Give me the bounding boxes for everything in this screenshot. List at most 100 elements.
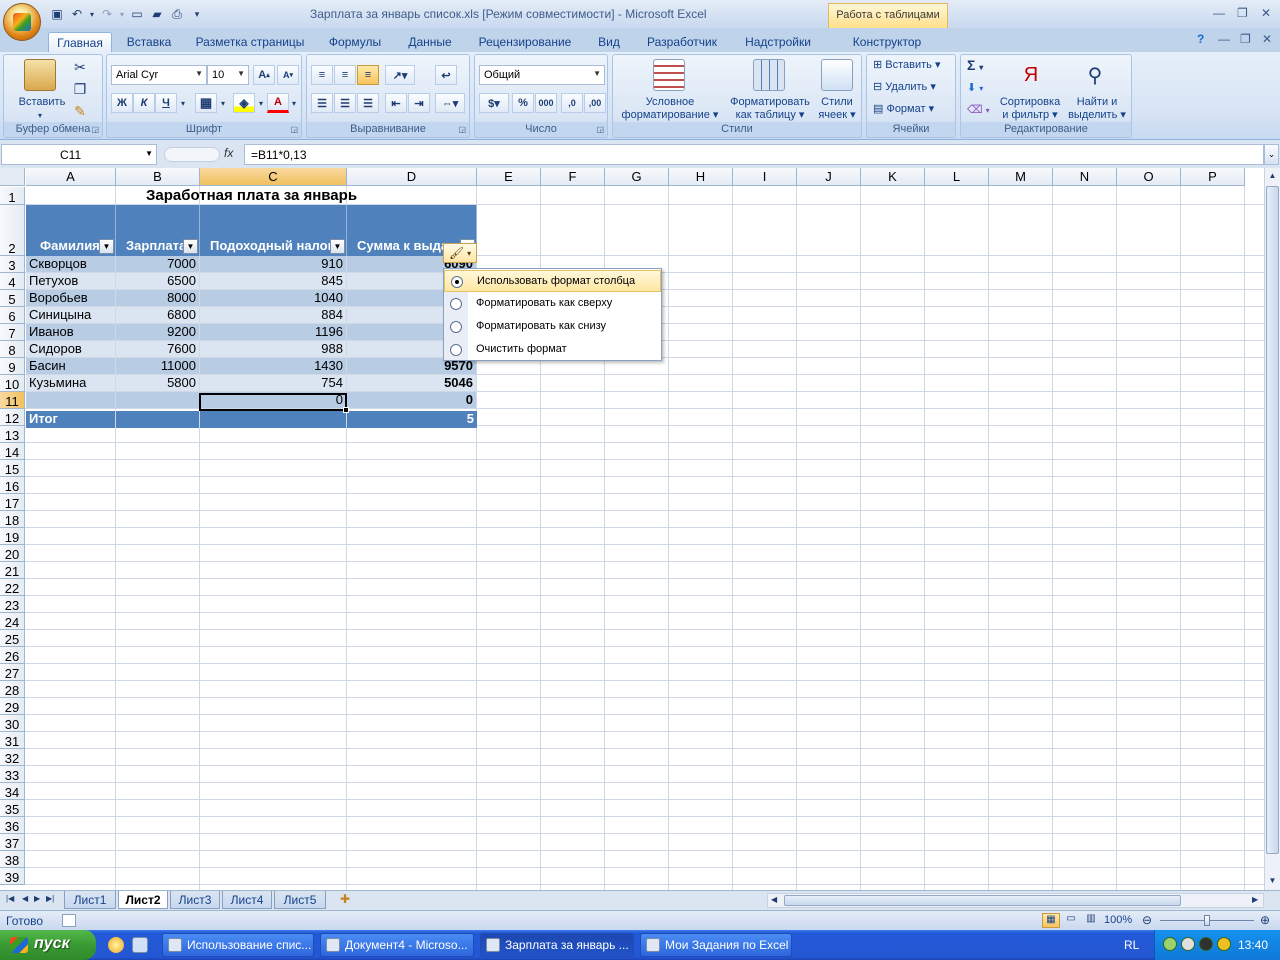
close-icon[interactable]: ✕ bbox=[1261, 6, 1271, 20]
undo-dropdown-icon[interactable]: ▾ bbox=[88, 5, 96, 23]
row-header-31[interactable]: 31 bbox=[0, 732, 25, 749]
row-header-1[interactable]: 1 bbox=[0, 187, 25, 205]
number-format-select[interactable]: Общий ▼ bbox=[479, 65, 605, 85]
orientation-icon[interactable]: ↗▾ bbox=[385, 65, 415, 85]
scroll-right-icon[interactable]: ▶ bbox=[1252, 895, 1258, 904]
row-header-33[interactable]: 33 bbox=[0, 766, 25, 783]
column-header-c[interactable]: C bbox=[200, 168, 347, 186]
table-cell[interactable]: 1196 bbox=[200, 324, 346, 340]
table-cell[interactable]: Кузьмина bbox=[26, 375, 115, 391]
shrink-font-icon[interactable]: A ▾ bbox=[277, 65, 299, 85]
grow-font-icon[interactable]: A ▴ bbox=[253, 65, 275, 85]
total-value-cell[interactable]: 5 bbox=[347, 411, 477, 428]
paste-button[interactable]: Вставить bbox=[10, 96, 74, 109]
table-cell[interactable]: Воробьев bbox=[26, 290, 115, 306]
table-cell[interactable]: 0 bbox=[347, 392, 476, 408]
table-cell[interactable]: 6500 bbox=[116, 273, 199, 289]
tab-page-layout[interactable]: Разметка страницы bbox=[190, 32, 310, 52]
font-name-select[interactable]: Arial Cyr ▼ bbox=[111, 65, 207, 85]
decrease-decimal-icon[interactable]: ,00 bbox=[584, 93, 606, 113]
row-header-19[interactable]: 19 bbox=[0, 528, 25, 545]
formula-bar-splitter[interactable] bbox=[164, 147, 220, 162]
row-header-12[interactable]: 12 bbox=[0, 409, 25, 426]
tray-antivirus-icon[interactable] bbox=[1199, 937, 1213, 951]
format-cells-button[interactable]: ▤ Формат ▾ bbox=[873, 103, 934, 116]
redo-icon[interactable]: ↷ bbox=[98, 5, 116, 23]
save-icon[interactable]: ▣ bbox=[48, 5, 66, 23]
sheet-tab[interactable]: Лист3 bbox=[170, 891, 220, 909]
currency-format-icon[interactable]: $▾ bbox=[479, 93, 509, 113]
autocorrect-option[interactable]: Использовать формат столбца bbox=[444, 270, 661, 292]
start-button[interactable]: пуск bbox=[0, 930, 96, 960]
autocorrect-option[interactable]: Форматировать как сверху bbox=[444, 293, 661, 315]
find-select-button[interactable]: Найти и выделить ▾ bbox=[1065, 96, 1129, 122]
tab-design[interactable]: Конструктор bbox=[842, 32, 932, 52]
workbook-restore-icon[interactable]: ❐ bbox=[1240, 32, 1251, 46]
undo-icon[interactable]: ↶ bbox=[68, 5, 86, 23]
insert-function-button[interactable]: fx bbox=[224, 146, 233, 160]
row-header-35[interactable]: 35 bbox=[0, 800, 25, 817]
column-header-m[interactable]: M bbox=[989, 168, 1053, 186]
row-header-27[interactable]: 27 bbox=[0, 664, 25, 681]
column-header-o[interactable]: O bbox=[1117, 168, 1181, 186]
autocorrect-option[interactable]: Форматировать как снизу bbox=[444, 316, 661, 338]
formula-input[interactable]: =B11*0,13 bbox=[244, 144, 1264, 165]
fill-color-icon[interactable]: ◈ bbox=[233, 93, 255, 113]
row-header-34[interactable]: 34 bbox=[0, 783, 25, 800]
row-header-25[interactable]: 25 bbox=[0, 630, 25, 647]
redo-dropdown-icon[interactable]: ▾ bbox=[118, 5, 126, 23]
tray-update-icon[interactable] bbox=[1217, 937, 1231, 951]
column-header-p[interactable]: P bbox=[1181, 168, 1245, 186]
clear-eraser-icon[interactable]: ⌫ ▾ bbox=[967, 104, 990, 117]
table-cell[interactable]: 754 bbox=[200, 375, 346, 391]
autocorrect-options-button[interactable]: 🖌 ▾ bbox=[443, 243, 477, 263]
clipboard-launcher-icon[interactable]: ◲ bbox=[91, 125, 99, 134]
restore-icon[interactable]: ❐ bbox=[1237, 6, 1248, 20]
merge-center-icon[interactable]: ⇔▾ bbox=[435, 93, 465, 113]
increase-indent-icon[interactable]: ⇥ bbox=[408, 93, 430, 113]
copy-icon[interactable]: ❐ bbox=[72, 81, 88, 97]
tab-data[interactable]: Данные bbox=[398, 32, 462, 52]
column-header-h[interactable]: H bbox=[669, 168, 733, 186]
fill-handle[interactable] bbox=[343, 407, 349, 413]
align-center-icon[interactable]: ☰ bbox=[334, 93, 356, 113]
macro-record-icon[interactable] bbox=[62, 914, 76, 927]
row-header-17[interactable]: 17 bbox=[0, 494, 25, 511]
row-header-3[interactable]: 3 bbox=[0, 256, 25, 273]
tab-home[interactable]: Главная bbox=[48, 32, 112, 52]
table-cell[interactable]: 5046 bbox=[347, 375, 476, 391]
sheet-tab[interactable]: Лист4 bbox=[222, 891, 272, 909]
row-header-29[interactable]: 29 bbox=[0, 698, 25, 715]
sort-filter-button[interactable]: Сортировка и фильтр ▾ bbox=[995, 96, 1065, 122]
select-all-corner[interactable] bbox=[0, 168, 25, 186]
table-cell[interactable]: Сидоров bbox=[26, 341, 115, 357]
row-header-10[interactable]: 10 bbox=[0, 375, 25, 392]
insert-cells-button[interactable]: ⊞ Вставить ▾ bbox=[873, 59, 941, 72]
filter-dropdown-icon[interactable]: ▼ bbox=[183, 239, 198, 254]
zoom-out-icon[interactable]: ⊖ bbox=[1142, 913, 1152, 927]
open-folder-icon[interactable]: ▰ bbox=[148, 5, 166, 23]
total-label-cell[interactable]: Итог bbox=[26, 411, 115, 428]
cell-styles-button[interactable]: Стили ячеек ▾ bbox=[815, 96, 859, 122]
total-cell-c[interactable] bbox=[200, 411, 346, 428]
customize-qat-icon[interactable]: ▾ bbox=[188, 5, 206, 23]
paste-dropdown-icon[interactable]: ▾ bbox=[38, 109, 42, 122]
cut-icon[interactable]: ✂ bbox=[72, 59, 88, 75]
header-cell-salary[interactable]: Зарплата ▼ bbox=[116, 205, 200, 256]
table-cell[interactable]: 1040 bbox=[200, 290, 346, 306]
row-header-9[interactable]: 9 bbox=[0, 358, 25, 375]
scroll-down-icon[interactable]: ▼ bbox=[1266, 874, 1279, 888]
scroll-up-icon[interactable]: ▲ bbox=[1266, 169, 1279, 183]
last-sheet-icon[interactable]: ▶| bbox=[46, 894, 54, 903]
taskbar-item[interactable]: Использование спис... bbox=[162, 933, 314, 957]
font-size-select[interactable]: 10 ▼ bbox=[207, 65, 249, 85]
table-cell[interactable]: Басин bbox=[26, 358, 115, 374]
print-preview-icon[interactable]: ⎙ bbox=[168, 5, 186, 23]
language-indicator[interactable]: RL bbox=[1124, 938, 1139, 952]
table-cell[interactable]: 11000 bbox=[116, 358, 199, 374]
sheet-title-cell[interactable]: Заработная плата за январь bbox=[26, 187, 477, 205]
row-header-14[interactable]: 14 bbox=[0, 443, 25, 460]
vertical-scrollbar[interactable]: ▲ ▼ bbox=[1264, 168, 1280, 890]
help-icon[interactable]: ? bbox=[1197, 32, 1204, 46]
font-launcher-icon[interactable]: ◲ bbox=[290, 125, 298, 134]
